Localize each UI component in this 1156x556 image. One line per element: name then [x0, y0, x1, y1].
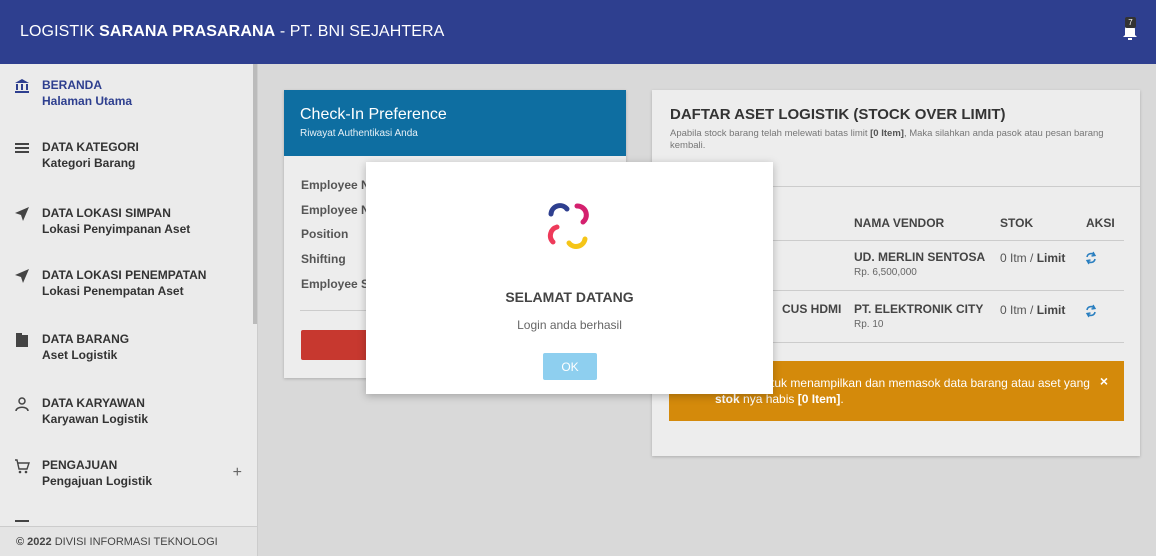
sidebar-item-beranda[interactable]: BERANDA Halaman Utama: [0, 64, 250, 124]
sidebar-item-partial: [0, 510, 250, 522]
vendor-price: Rp. 10: [854, 319, 884, 330]
stock-count: 0 Itm /: [1000, 251, 1034, 265]
expand-plus-icon[interactable]: +: [233, 464, 242, 482]
alert-close-button[interactable]: ×: [1100, 373, 1108, 389]
column-header-stock: STOK: [1000, 216, 1034, 230]
checkin-card-header: Check-In Preference Riwayat Authentikasi…: [284, 90, 626, 156]
sidebar-item-subtitle: Pengajuan Logistik: [42, 474, 153, 488]
stock-card-title: DAFTAR ASET LOGISTIK (STOCK OVER LIMIT): [670, 106, 1006, 123]
sidebar-footer: © 2022 DIVISI INFORMASI TEKNOLOGI: [0, 526, 257, 556]
ok-button[interactable]: OK: [543, 353, 597, 380]
column-header-vendor: NAMA VENDOR: [854, 216, 945, 230]
modal-message: Login anda berhasil: [517, 318, 622, 332]
stock-value: 0 Itm / Limit: [1000, 251, 1065, 265]
sidebar-item-title: DATA LOKASI SIMPAN: [42, 206, 171, 220]
sidebar-item-title: DATA KARYAWAN: [42, 396, 145, 410]
sidebar-item-title: DATA KATEGORI: [42, 140, 139, 154]
item-name: CUS HDMI: [782, 302, 842, 316]
app-title-prefix: LOGISTIK: [20, 23, 95, 40]
sidebar-item-subtitle: Karyawan Logistik: [42, 412, 149, 426]
sidebar-item-title: DATA BARANG: [42, 332, 130, 346]
sidebar-item-data-karyawan[interactable]: DATA KARYAWAN Karyawan Logistik: [0, 382, 250, 442]
sidebar-scrollbar[interactable]: [253, 64, 257, 324]
alert-text-count: [0 Item]: [797, 392, 841, 406]
modal-heading: SELAMAT DATANG: [505, 289, 634, 305]
sidebar-item-data-kategori[interactable]: DATA KATEGORI Kategori Barang: [0, 126, 250, 186]
stock-limit: Limit: [1036, 303, 1066, 317]
cart-icon: [15, 459, 30, 474]
sidebar-item-pengajuan[interactable]: PENGAJUAN Pengajuan Logistik +: [0, 444, 250, 504]
stock-limit: Limit: [1036, 251, 1066, 265]
field-employee-number: Employee N: [301, 178, 370, 192]
stock-card-subtitle: Apabila stock barang telah melewati bata…: [670, 128, 1120, 152]
field-shifting: Shifting: [301, 252, 346, 266]
sidebar-item-data-lokasi-simpan[interactable]: DATA LOKASI SIMPAN Lokasi Penyimpanan As…: [0, 192, 250, 252]
menu-lines-icon: [15, 143, 29, 153]
user-icon: [15, 397, 29, 412]
alert-text-bold: stok: [715, 392, 740, 406]
vendor-name: PT. ELEKTRONIK CITY: [854, 302, 984, 316]
field-employee-status: Employee St: [301, 277, 374, 291]
refresh-icon[interactable]: [1084, 251, 1098, 265]
app-title-bold: SARANA PRASARANA: [99, 23, 276, 40]
sidebar-item-title: PENGAJUAN: [42, 458, 118, 472]
navigation-arrow-icon: [15, 207, 29, 221]
subtitle-text: Apabila stock barang telah melewati bata…: [670, 128, 871, 139]
sidebar-item-title: DATA LOKASI PENEMPATAN: [42, 268, 207, 282]
stock-count: 0 Itm /: [1000, 303, 1034, 317]
footer-text: DIVISI INFORMASI TEKNOLOGI: [54, 536, 218, 548]
subtitle-count: [0 Item]: [870, 128, 904, 139]
top-header: LOGISTIK SARANA PRASARANA - PT. BNI SEJA…: [0, 0, 1156, 64]
vendor-price: Rp. 6,500,000: [854, 267, 917, 278]
box-icon: [16, 333, 28, 347]
app-title-suffix: - PT. BNI SEJAHTERA: [279, 23, 445, 40]
sidebar-item-data-barang[interactable]: DATA BARANG Aset Logistik: [0, 318, 250, 378]
stock-value: 0 Itm / Limit: [1000, 303, 1065, 317]
sidebar: BERANDA Halaman Utama DATA KATEGORI Kate…: [0, 64, 258, 556]
field-position: Position: [301, 227, 349, 241]
field-employee-name: Employee N: [301, 203, 370, 217]
bank-icon: [15, 79, 29, 93]
alert-text-mid: nya habis: [739, 392, 798, 406]
notification-badge: 7: [1125, 17, 1136, 28]
app-title: LOGISTIK SARANA PRASARANA - PT. BNI SEJA…: [20, 23, 444, 41]
sidebar-item-subtitle: Lokasi Penyimpanan Aset: [42, 222, 191, 236]
sidebar-item-data-lokasi-penempatan[interactable]: DATA LOKASI PENEMPATAN Lokasi Penempatan…: [0, 254, 250, 314]
checkin-card-subtitle: Riwayat Authentikasi Anda: [300, 128, 418, 139]
app-logo-icon: [547, 203, 589, 249]
footer-year: © 2022: [16, 536, 52, 548]
vendor-name: UD. MERLIN SENTOSA: [854, 250, 986, 264]
sidebar-item-subtitle: Halaman Utama: [42, 94, 133, 108]
sidebar-item-subtitle: Lokasi Penempatan Aset: [42, 284, 184, 298]
welcome-modal: SELAMAT DATANG Login anda berhasil OK: [366, 162, 773, 394]
column-header-action: AKSI: [1086, 216, 1115, 230]
checkin-card-title: Check-In Preference: [300, 106, 447, 123]
refresh-icon[interactable]: [1084, 304, 1098, 318]
sidebar-item-title: BERANDA: [42, 78, 102, 92]
navigation-arrow-icon: [15, 269, 29, 283]
alert-text-end: .: [840, 392, 844, 406]
sidebar-item-subtitle: Kategori Barang: [42, 156, 136, 170]
sidebar-item-subtitle: Aset Logistik: [42, 348, 118, 362]
